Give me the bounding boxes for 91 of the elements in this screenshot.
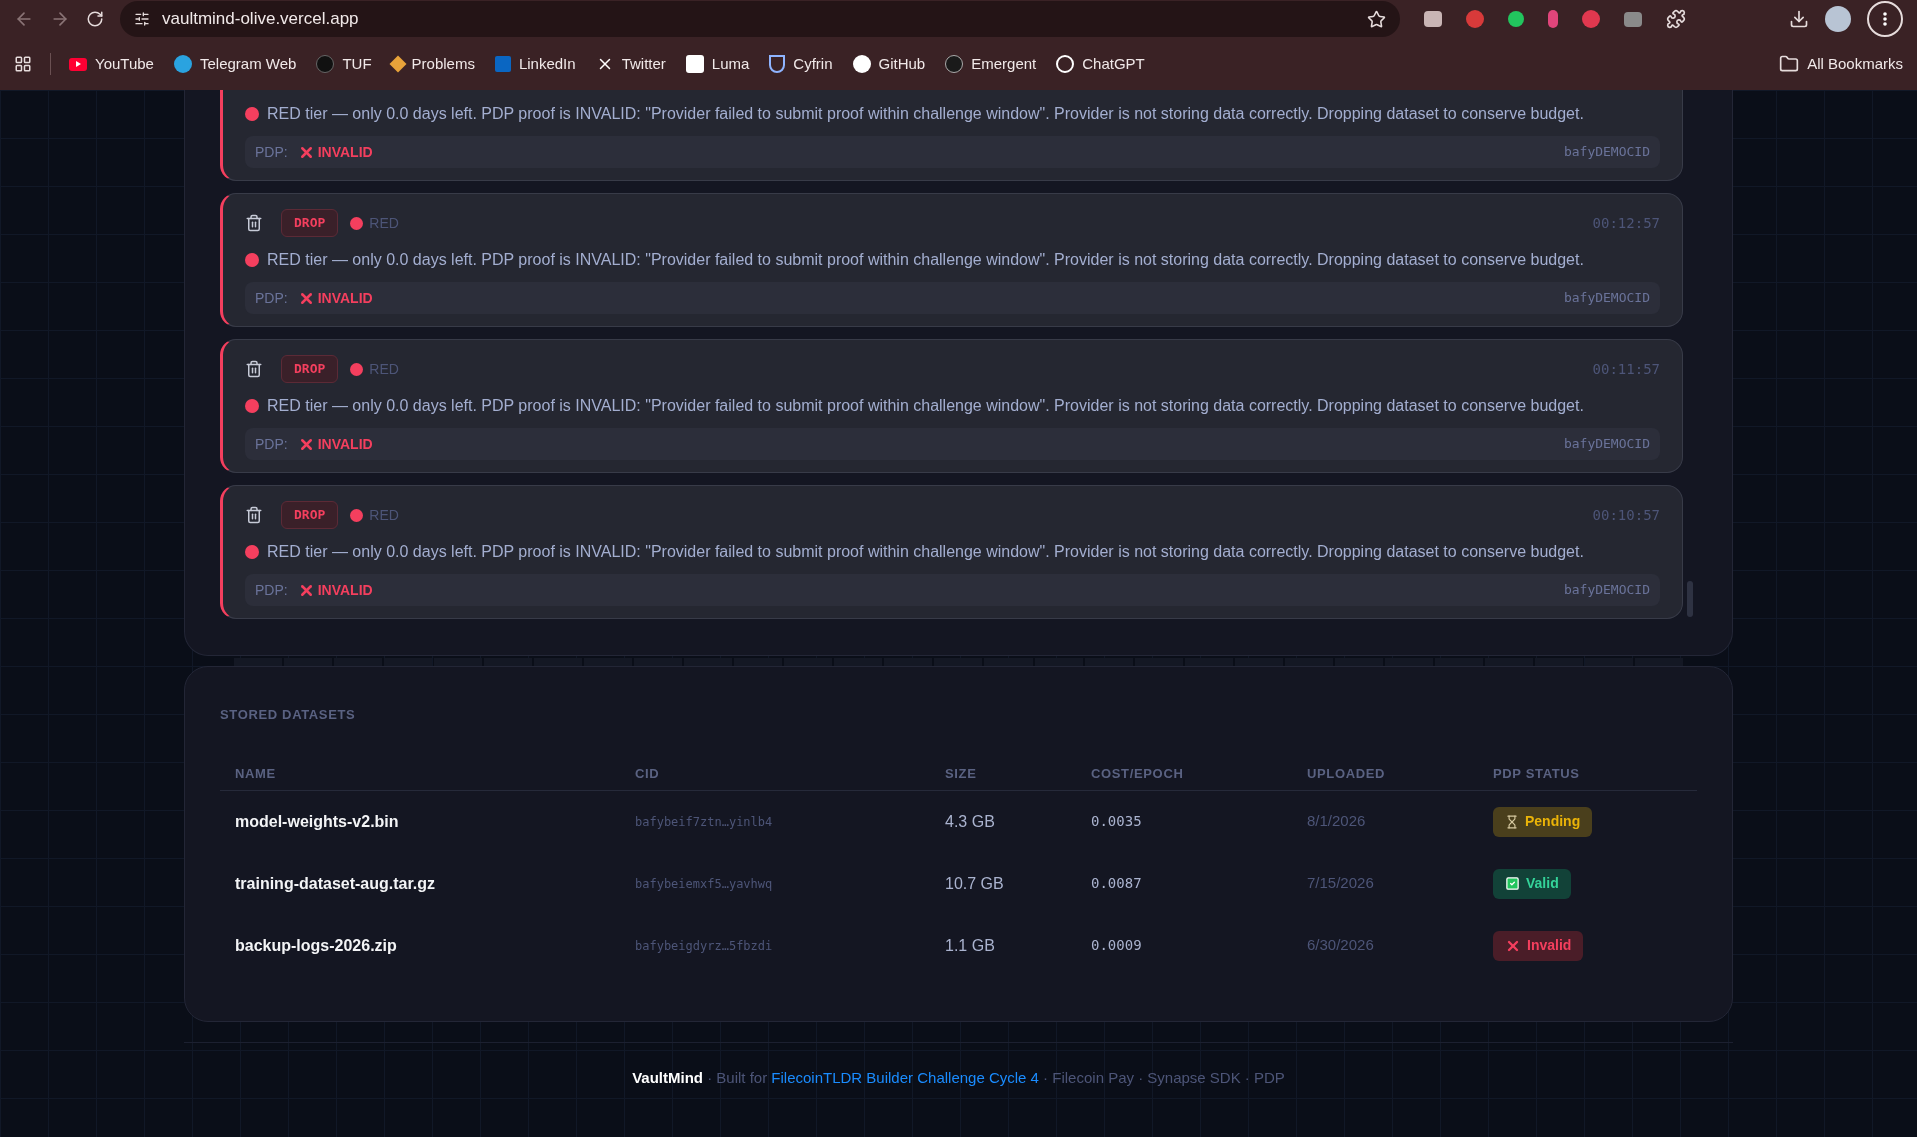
table-cell-text: 8/1/2026 (1307, 811, 1367, 832)
trash-icon (245, 506, 263, 524)
table-cell-text: 4.3 GB (945, 811, 996, 832)
bookmark-link[interactable]: Problems (391, 52, 475, 76)
status-badge: Valid (1493, 868, 1571, 899)
extension-icon[interactable] (1582, 10, 1600, 28)
footer-text: VaultMind · Built for FilecoinTLDR Builder Challenge Cycle 4 · Filecoin Pay · Synapse SDK · PDP (632, 1067, 1285, 1088)
timestamp: 00:11:57 (1592, 359, 1660, 379)
timestamp: 00:12:57 (1592, 213, 1660, 233)
table-cell-text: 0.0035 (1091, 812, 1143, 831)
pdp-label: PDP: (255, 434, 288, 454)
bookmark-link[interactable]: ChatGPT (1056, 52, 1145, 76)
pdp-label: PDP: (255, 142, 288, 162)
avatar[interactable] (1825, 6, 1851, 32)
download-icon[interactable] (1789, 9, 1809, 29)
table-cell-text: training-dataset-aug.tar.gz (235, 873, 437, 894)
pdp-status: INVALID (317, 434, 373, 454)
column-header: SIZE (945, 765, 978, 784)
folder-icon (1779, 54, 1800, 74)
log-message: RED tier — only 0.0 days left. PDP proof is INVALID: "Provider failed to submit proof within challenge window". Provider is not storing data correctly. Dropping dataset to conserve budget. (267, 396, 1584, 416)
site-info-icon (134, 11, 150, 27)
tier-label: RED (369, 213, 399, 233)
extension-icon[interactable] (1466, 10, 1484, 28)
cid-text: bafyDEMOCID (1563, 435, 1650, 454)
table-cell-text: 0.0087 (1091, 874, 1143, 893)
table-cell-text: bafybeif7ztn…yinlb4 (635, 813, 774, 831)
bookmark-link[interactable]: Cyfrin (769, 52, 833, 76)
more-icon (1883, 12, 1887, 26)
square-icon (494, 56, 511, 72)
pdp-label: PDP: (255, 580, 288, 600)
cid-text: bafyDEMOCID (1563, 289, 1650, 308)
apps-icon[interactable] (14, 55, 32, 73)
log-message: RED tier — only 0.0 days left. PDP proof is INVALID: "Provider failed to submit proof within challenge window". Provider is not storing data correctly. Dropping dataset to conserve budget. (267, 104, 1584, 124)
bookmark-link[interactable]: Telegram Web (173, 52, 297, 76)
column-header: PDP STATUS (1493, 765, 1581, 784)
hourglass-icon (1505, 814, 1519, 829)
check-icon (1505, 876, 1520, 891)
table-cell-text: backup-logs-2026.zip (235, 935, 398, 956)
action-tag: DROP (281, 501, 339, 529)
pdp-status: INVALID (317, 580, 373, 600)
bookmark-link[interactable]: YouTube (69, 52, 154, 76)
bookmark-link[interactable]: Luma (685, 52, 750, 76)
extensions-icon[interactable] (1666, 9, 1686, 29)
bookmark-link[interactable]: LinkedIn (494, 52, 576, 76)
table-cell-text: bafybeigdyrz…5fbzdi (635, 937, 774, 955)
status-badge: Pending (1493, 806, 1593, 837)
extension-icon[interactable] (1624, 11, 1642, 27)
microphone-icon[interactable] (1548, 10, 1558, 28)
bookmark-link[interactable]: Twitter (595, 52, 666, 76)
challenge-link[interactable]: FilecoinTLDR Builder Challenge Cycle 4 (771, 1068, 1039, 1086)
trash-icon (245, 214, 263, 232)
table-cell-text: 6/30/2026 (1307, 935, 1375, 956)
column-header: UPLOADED (1307, 765, 1387, 784)
pdp-label: PDP: (255, 288, 288, 308)
url-text: vaultmind-olive.vercel.app (162, 8, 359, 31)
timestamp: 00:10:57 (1592, 505, 1660, 525)
bookmark-link[interactable]: Emergent (945, 52, 1037, 76)
section-title: STORED DATASETS (220, 706, 357, 724)
column-header: COST/EPOCH (1091, 765, 1185, 784)
bookmark-link[interactable]: TUF (316, 52, 372, 76)
column-header: NAME (235, 765, 277, 784)
shield-icon (769, 55, 786, 73)
cid-text: bafyDEMOCID (1563, 143, 1650, 162)
tier-label: RED (369, 505, 399, 525)
action-tag: DROP (281, 355, 339, 383)
pdp-status: INVALID (317, 288, 373, 308)
play-icon (69, 57, 87, 71)
extension-icon[interactable] (1508, 11, 1524, 27)
extension-icon[interactable] (1424, 11, 1442, 27)
table-cell-text: 7/15/2026 (1307, 873, 1375, 894)
table-cell-text: model-weights-v2.bin (235, 811, 400, 832)
cid-text: bafyDEMOCID (1563, 581, 1650, 600)
pdp-status: INVALID (317, 142, 373, 162)
bookmark-link[interactable]: GitHub (852, 52, 926, 76)
log-message: RED tier — only 0.0 days left. PDP proof is INVALID: "Provider failed to submit proof within challenge window". Provider is not storing data correctly. Dropping dataset to conserve budget. (267, 542, 1584, 562)
log-message: RED tier — only 0.0 days left. PDP proof is INVALID: "Provider failed to submit proof within challenge window". Provider is not storing data correctly. Dropping dataset to conserve budget. (267, 250, 1584, 270)
tier-label: RED (369, 359, 399, 379)
action-tag: DROP (281, 209, 339, 237)
reload-button[interactable] (86, 10, 104, 28)
table-cell-text: 1.1 GB (945, 935, 996, 956)
address-bar[interactable]: vaultmind-olive.vercel.app (120, 1, 1400, 37)
sparkle-icon (685, 55, 704, 73)
bookmark-star-icon[interactable] (1367, 9, 1386, 29)
table-cell-text: bafybeiemxf5…yavhwq (635, 875, 774, 893)
trash-icon (245, 360, 263, 378)
status-badge: Invalid (1493, 930, 1584, 961)
all-bookmarks-link[interactable]: All Bookmarks (1779, 52, 1903, 76)
table-cell-text: 10.7 GB (945, 873, 1005, 894)
column-header: CID (635, 765, 661, 784)
table-cell-text: 0.0009 (1091, 936, 1143, 955)
scrollbar-thumb[interactable] (1687, 581, 1693, 617)
